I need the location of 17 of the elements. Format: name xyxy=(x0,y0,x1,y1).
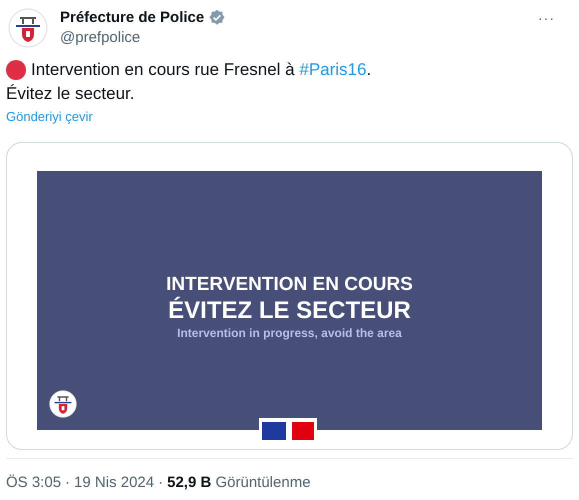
circle-emoji-icon xyxy=(6,60,26,80)
subtitle: Intervention in progress, avoid the area xyxy=(177,324,402,340)
separator-dot: · xyxy=(158,473,164,493)
police-crest-icon xyxy=(49,390,77,418)
view-count: 52,9 B Görüntülenme xyxy=(167,473,311,493)
headline: ÉVITEZ LE SECTEUR xyxy=(168,296,411,324)
more-button[interactable]: ··· xyxy=(538,8,555,29)
date-link[interactable]: 19 Nis 2024 xyxy=(74,473,154,493)
post-text: Évitez le secteur. xyxy=(6,83,136,105)
police-crest-icon xyxy=(8,8,48,48)
headline: INTERVENTION EN COURS xyxy=(166,272,413,296)
media-card[interactable]: INTERVENTION EN COURS ÉVITEZ LE SECTEUR Intervention in progress, avoid the area xyxy=(6,142,573,450)
post-text: Intervention en cours rue Fresnel à #Paris16. xyxy=(31,59,372,81)
separator-dot: · xyxy=(65,473,70,493)
author-name[interactable]: Préfecture de Police xyxy=(60,8,204,28)
author-handle[interactable]: @prefpolice xyxy=(60,28,226,48)
time-link[interactable]: ÖS 3:05 xyxy=(6,473,62,493)
